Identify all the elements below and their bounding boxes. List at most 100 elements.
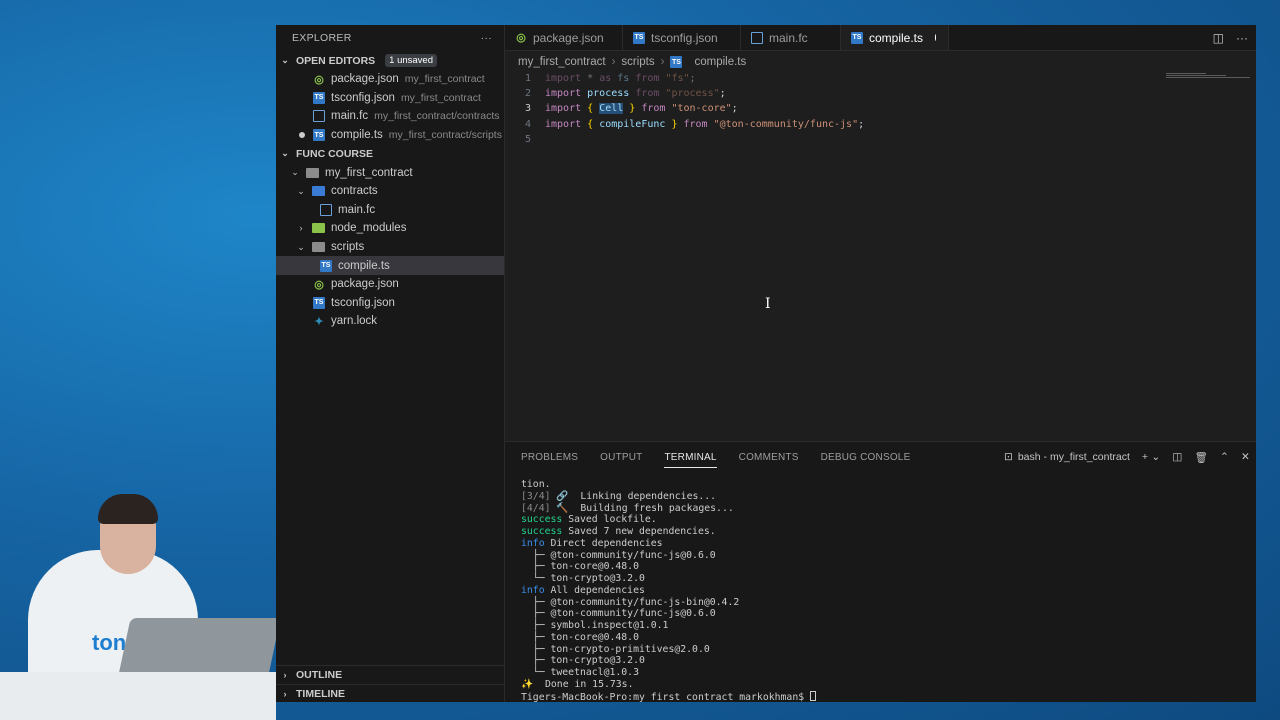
open-editor-tsconfig-json[interactable]: TS tsconfig.json my_first_contract [276,89,504,108]
terminal-tag: info [521,584,545,596]
workspace-title: FUNC COURSE [296,147,374,160]
folder-icon [306,167,319,178]
terminal-tag: success [521,526,563,537]
tree-label: yarn.lock [331,315,378,328]
tree-label: compile.ts [338,259,390,272]
ellipsis-icon[interactable]: ··· [481,32,492,44]
split-terminal-icon[interactable]: ◫ [1172,451,1182,463]
breadcrumb: my_first_contract › scripts › TS compile… [505,52,1256,72]
ts-icon: TS [313,129,325,142]
presenter-video: ton [0,480,276,720]
terminal-name: bash - my_first_contract [1017,451,1130,463]
folder-icon [312,242,325,253]
chevron-down-icon: ⌄ [281,55,289,65]
terminal-tag: success [521,514,563,526]
tree-folder-scripts[interactable]: ⌄ scripts [276,238,504,257]
tree-label: main.fc [338,203,376,216]
tab-package-json[interactable]: ◎ package.json [505,25,623,50]
unsaved-badge: 1 unsaved [385,54,437,67]
terminal-line: ├─ symbol.inspect@1.0.1 [532,620,669,631]
open-editors-title: OPEN EDITORS [296,54,376,67]
tree-file-tsconfig-json[interactable]: TS tsconfig.json [276,294,504,313]
explorer-header: EXPLORER ··· [276,25,504,51]
line-number: 5 [524,133,531,145]
chevron-right-icon: › [660,56,665,68]
open-editor-compile-ts[interactable]: TS compile.ts my_first_contract/scripts [276,126,504,145]
close-icon[interactable]: ✕ [1241,451,1250,463]
terminal-line: Direct dependencies [544,537,663,549]
outline-section[interactable]: › OUTLINE [276,665,505,683]
code-line: 5 [505,132,1256,147]
terminal-selector[interactable]: ⊡ bash - my_first_contract [1004,451,1130,463]
ts-icon: TS [313,296,325,309]
trash-icon[interactable]: 🗑 [1194,451,1208,464]
terminal-prompt: Tigers-MacBook-Pro:my_first_contract mar… [521,691,811,703]
tab-terminal[interactable]: TERMINAL [664,452,717,468]
breadcrumb-item[interactable]: my_first_contract [518,56,606,68]
panel-tabs: PROBLEMS OUTPUT TERMINAL COMMENTS DEBUG … [505,442,1256,472]
tab-debug-console[interactable]: DEBUG CONSOLE [821,452,911,463]
modified-dot-icon[interactable] [935,34,936,41]
editor-tabs: ◎ package.json TS tsconfig.json main.fc … [505,25,1256,51]
breadcrumb-item[interactable]: scripts [621,56,654,68]
new-terminal-icon[interactable]: + ⌄ [1142,451,1160,463]
open-editor-name: compile.ts [331,129,383,142]
terminal-line: tion. [521,479,551,490]
json-icon: ◎ [314,73,324,86]
breadcrumb-item[interactable]: compile.ts [694,56,746,68]
tree-file-yarn-lock[interactable]: ✦ yarn.lock [276,312,504,331]
line-number: 3 [524,103,531,115]
folder-icon [312,186,325,197]
open-editor-name: main.fc [331,110,369,123]
terminal-output[interactable]: tion. [3/4] 🔗 Linking dependencies... [4… [521,479,817,703]
tree-folder-contracts[interactable]: ⌄ contracts [276,182,504,201]
tree-folder-root[interactable]: ⌄ my_first_contract [276,163,504,182]
tab-label: package.json [533,30,604,45]
line-number: 1 [524,73,531,85]
tree-file-compile-ts[interactable]: TS compile.ts [276,256,504,275]
timeline-section[interactable]: › TIMELINE [276,684,505,702]
open-editor-main-fc[interactable]: main.fc my_first_contract/contracts [276,107,504,126]
bottom-panel: PROBLEMS OUTPUT TERMINAL COMMENTS DEBUG … [505,441,1256,702]
open-editor-path: my_first_contract/contracts [374,110,500,123]
terminal-line: 🔨 Building fresh packages... [556,502,734,514]
terminal-cursor [810,690,817,701]
open-editor-path: my_first_contract/scripts [388,129,502,142]
line-content: import { compileFunc } from "@ton-commun… [545,118,865,130]
code-editor[interactable]: 1 import * as fs from "fs"; 2 import pro… [505,71,1256,441]
terminal-line: All dependencies [544,584,645,596]
split-editor-icon[interactable]: ◫ [1213,31,1224,45]
line-number: 4 [524,118,531,130]
terminal-line: ├─ @ton-community/func-js@0.6.0 [532,608,716,620]
terminal-line: ├─ @ton-community/func-js@0.6.0 [532,549,716,561]
tree-file-package-json[interactable]: ◎ package.json [276,275,504,294]
file-icon [320,203,332,216]
tree-label: tsconfig.json [331,296,395,309]
yarn-icon: ✦ [314,315,324,328]
terminal-line: ├─ ton-crypto-primitives@2.0.0 [532,643,710,655]
open-editor-path: my_first_contract [400,91,481,104]
open-editors-section[interactable]: ⌄ OPEN EDITORS 1 unsaved [276,51,504,70]
explorer-title: EXPLORER [292,32,352,44]
ellipsis-icon[interactable]: ··· [1236,31,1248,45]
tab-tsconfig-json[interactable]: TS tsconfig.json [623,25,741,50]
terminal-icon: ⊡ [1004,451,1013,463]
terminal-line: Saved 7 new dependencies. [562,526,716,537]
tab-main-fc[interactable]: main.fc [741,25,841,50]
file-icon [313,110,325,123]
terminal-line: Done in 15.73s. [533,678,634,690]
explorer-sidebar: EXPLORER ··· ⌄ OPEN EDITORS 1 unsaved ◎ … [276,25,505,702]
workspace-section[interactable]: ⌄ FUNC COURSE [276,144,504,163]
minimap[interactable] [1166,73,1250,81]
tab-comments[interactable]: COMMENTS [739,452,799,463]
tab-compile-ts[interactable]: TS compile.ts [841,25,949,50]
tree-label: my_first_contract [325,166,413,179]
tree-folder-node-modules[interactable]: › node_modules [276,219,504,238]
mouse-cursor-icon: I [765,296,771,312]
tab-problems[interactable]: PROBLEMS [521,452,578,463]
tab-output[interactable]: OUTPUT [600,452,642,463]
open-editor-package-json[interactable]: ◎ package.json my_first_contract [276,70,504,89]
unsaved-dot-icon[interactable] [299,132,305,139]
tree-file-main-fc[interactable]: main.fc [276,201,504,220]
chevron-up-icon[interactable]: ⌃ [1220,451,1229,463]
